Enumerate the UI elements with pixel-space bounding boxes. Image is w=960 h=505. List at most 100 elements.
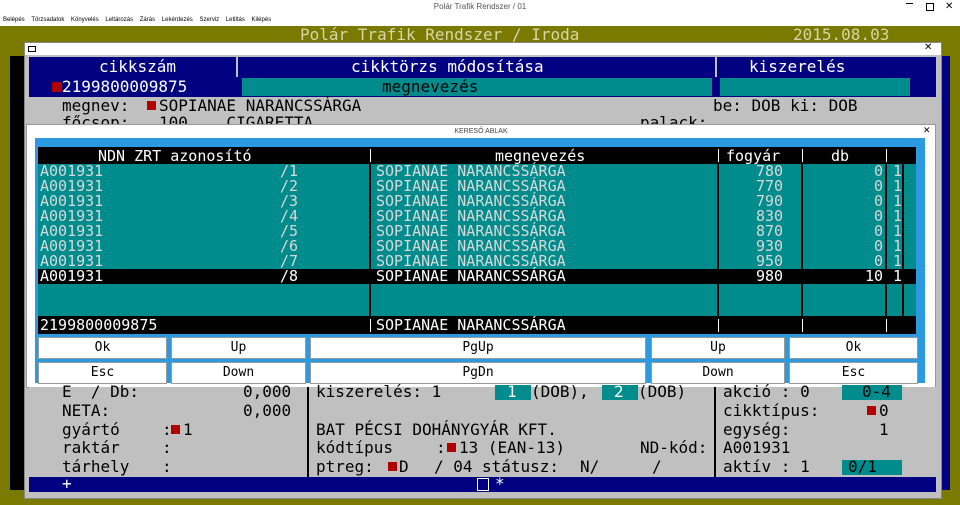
field-marker-icon bbox=[171, 425, 180, 434]
window-title: Polár Trafik Rendszer / 01 bbox=[433, 2, 527, 11]
cell-db: 10 bbox=[864, 267, 883, 285]
form-close-icon[interactable]: ✕ bbox=[924, 42, 932, 53]
neta-label: NETA: bbox=[62, 401, 111, 420]
e-db-value[interactable]: 0,000 bbox=[243, 383, 291, 400]
cell-x: 1 bbox=[893, 267, 903, 285]
header-divider bbox=[715, 57, 717, 77]
kiszereles-field[interactable] bbox=[720, 78, 910, 96]
col-header-id[interactable]: NDN ZRT azonosító bbox=[98, 148, 252, 164]
field-marker-icon bbox=[52, 82, 62, 92]
kisz-2-field[interactable]: 2 bbox=[602, 383, 638, 400]
header-sep bbox=[718, 149, 719, 162]
form-window-icon bbox=[28, 46, 36, 52]
grid-footer: 2199800009875 SOPIANAE NARANCSSÁRGA bbox=[38, 317, 916, 334]
footer-sep bbox=[886, 319, 887, 332]
kisz-1-unit: (DOB), bbox=[531, 382, 589, 401]
ok-button[interactable]: Ok bbox=[38, 337, 167, 359]
form-window-bar bbox=[25, 43, 941, 55]
results-grid: NDN ZRT azonosító megnevezés fogyár db A… bbox=[38, 147, 916, 334]
field-marker-icon bbox=[867, 406, 876, 415]
statusz-value[interactable]: N/ bbox=[580, 458, 599, 475]
kodtipus-label: kódtípus bbox=[316, 438, 394, 457]
megnevezes-field[interactable]: megnevezés bbox=[242, 78, 712, 96]
footer-sep bbox=[802, 319, 803, 332]
megnevezes-label: megnevezés bbox=[382, 77, 479, 96]
col-sep bbox=[902, 164, 904, 316]
barcode-value[interactable]: 2199800009875 bbox=[62, 78, 187, 95]
maximize-icon[interactable] bbox=[926, 3, 934, 11]
esc-button-2[interactable]: Esc bbox=[789, 362, 918, 384]
tarhely-label: tárhely bbox=[62, 457, 130, 476]
form-divider bbox=[307, 387, 309, 477]
footer-sep bbox=[718, 319, 719, 332]
kodtipus-value[interactable]: 13 (EAN-13) bbox=[459, 439, 565, 456]
megnev-value[interactable]: SOPIANAE NARANCSSÁRGA bbox=[159, 97, 361, 114]
gyarto-value[interactable]: 1 bbox=[183, 421, 193, 438]
header-cikkszam: cikkszám bbox=[99, 57, 177, 76]
header-kiszereles: kiszerelés bbox=[749, 57, 846, 76]
menu-kilepes[interactable]: Kilépés bbox=[252, 17, 272, 23]
bottom-star: * bbox=[495, 474, 505, 493]
raktar-label: raktár bbox=[62, 438, 120, 457]
menu-lekerdezes[interactable]: Lekérdezés bbox=[162, 17, 193, 23]
footer-name: SOPIANAE NARANCSSÁRGA bbox=[376, 316, 566, 334]
akcio-label: akció : 0 bbox=[723, 382, 810, 401]
header-sep bbox=[370, 149, 371, 162]
nd-kod-value[interactable]: A001931 bbox=[723, 439, 790, 456]
down-button-2[interactable]: Down bbox=[651, 362, 785, 384]
dialog-close-icon[interactable]: ✕ bbox=[923, 125, 931, 136]
menu-torzsadatok[interactable]: Törzsadatok bbox=[31, 17, 64, 23]
tarhely-colon: : bbox=[162, 457, 172, 476]
ptreg-label: ptreg: bbox=[316, 457, 374, 476]
col-sep bbox=[801, 164, 803, 316]
menu-leltarozas[interactable]: Leltározás bbox=[105, 17, 133, 23]
header-title: cikktörzs módosítása bbox=[351, 57, 544, 76]
footer-sep bbox=[370, 319, 371, 332]
cell-name: SOPIANAE NARANCSSÁRGA bbox=[376, 267, 566, 285]
be-ki-value: be: DOB ki: DOB bbox=[713, 96, 858, 115]
table-row[interactable]: A001931/8 SOPIANAE NARANCSSÁRGA 980 10 1 bbox=[38, 269, 916, 284]
form-header: cikkszám cikktörzs módosítása kiszerelés bbox=[29, 57, 936, 77]
col-header-db[interactable]: db bbox=[831, 148, 849, 164]
statusz-slash: / bbox=[652, 457, 662, 476]
kiszereles-row-label: kiszerelés: 1 bbox=[316, 382, 442, 401]
header-divider bbox=[236, 57, 238, 77]
status-strip: + * bbox=[29, 474, 936, 493]
bottom-box bbox=[477, 478, 489, 491]
window-titlebar: Polár Trafik Rendszer / 01 bbox=[0, 0, 960, 14]
ptreg-value[interactable]: D bbox=[399, 458, 409, 475]
cell-price: 980 bbox=[756, 267, 784, 285]
menu-belepes[interactable]: Belépés bbox=[3, 17, 25, 23]
raktar-colon: : bbox=[162, 438, 172, 457]
gyarto-label: gyártó bbox=[62, 420, 120, 439]
up-button-2[interactable]: Up bbox=[651, 337, 785, 359]
menu-letiltas[interactable]: Letiltás bbox=[226, 17, 245, 23]
up-button[interactable]: Up bbox=[171, 337, 306, 359]
field-marker-icon bbox=[447, 443, 456, 452]
bottom-plus: + bbox=[62, 474, 72, 493]
cell-sub: /8 bbox=[280, 267, 299, 285]
aktiv-label: aktív : 1 bbox=[723, 457, 810, 476]
e-db-label: E / Db: bbox=[62, 382, 140, 401]
egyseg-label: egység: bbox=[723, 420, 791, 439]
cikktipus-value[interactable]: 0 bbox=[879, 402, 889, 419]
kisz-2-unit: (DOB) bbox=[638, 382, 687, 401]
ok-button-2[interactable]: Ok bbox=[789, 337, 918, 359]
pgup-button[interactable]: PgUp bbox=[310, 337, 646, 359]
aktiv-range-text: 0/1 bbox=[848, 457, 877, 476]
form-divider bbox=[714, 387, 716, 477]
pgdn-button[interactable]: PgDn bbox=[310, 362, 646, 384]
menu-szerviz[interactable]: Szerviz bbox=[199, 17, 219, 23]
esc-button[interactable]: Esc bbox=[38, 362, 167, 384]
megnev-label: megnev: bbox=[62, 96, 130, 115]
neta-value[interactable]: 0,000 bbox=[243, 402, 291, 419]
kisz-1-field[interactable]: 1 bbox=[495, 383, 531, 400]
down-button[interactable]: Down bbox=[171, 362, 306, 384]
close-icon[interactable]: ✕ bbox=[945, 1, 953, 12]
menu-zaras[interactable]: Zárás bbox=[140, 17, 155, 23]
minimize-icon[interactable] bbox=[906, 3, 913, 5]
egyseg-value[interactable]: 1 bbox=[879, 421, 889, 438]
left-border bbox=[0, 44, 10, 505]
col-sep bbox=[717, 164, 719, 316]
menu-konyveles[interactable]: Könyvelés bbox=[71, 17, 99, 23]
